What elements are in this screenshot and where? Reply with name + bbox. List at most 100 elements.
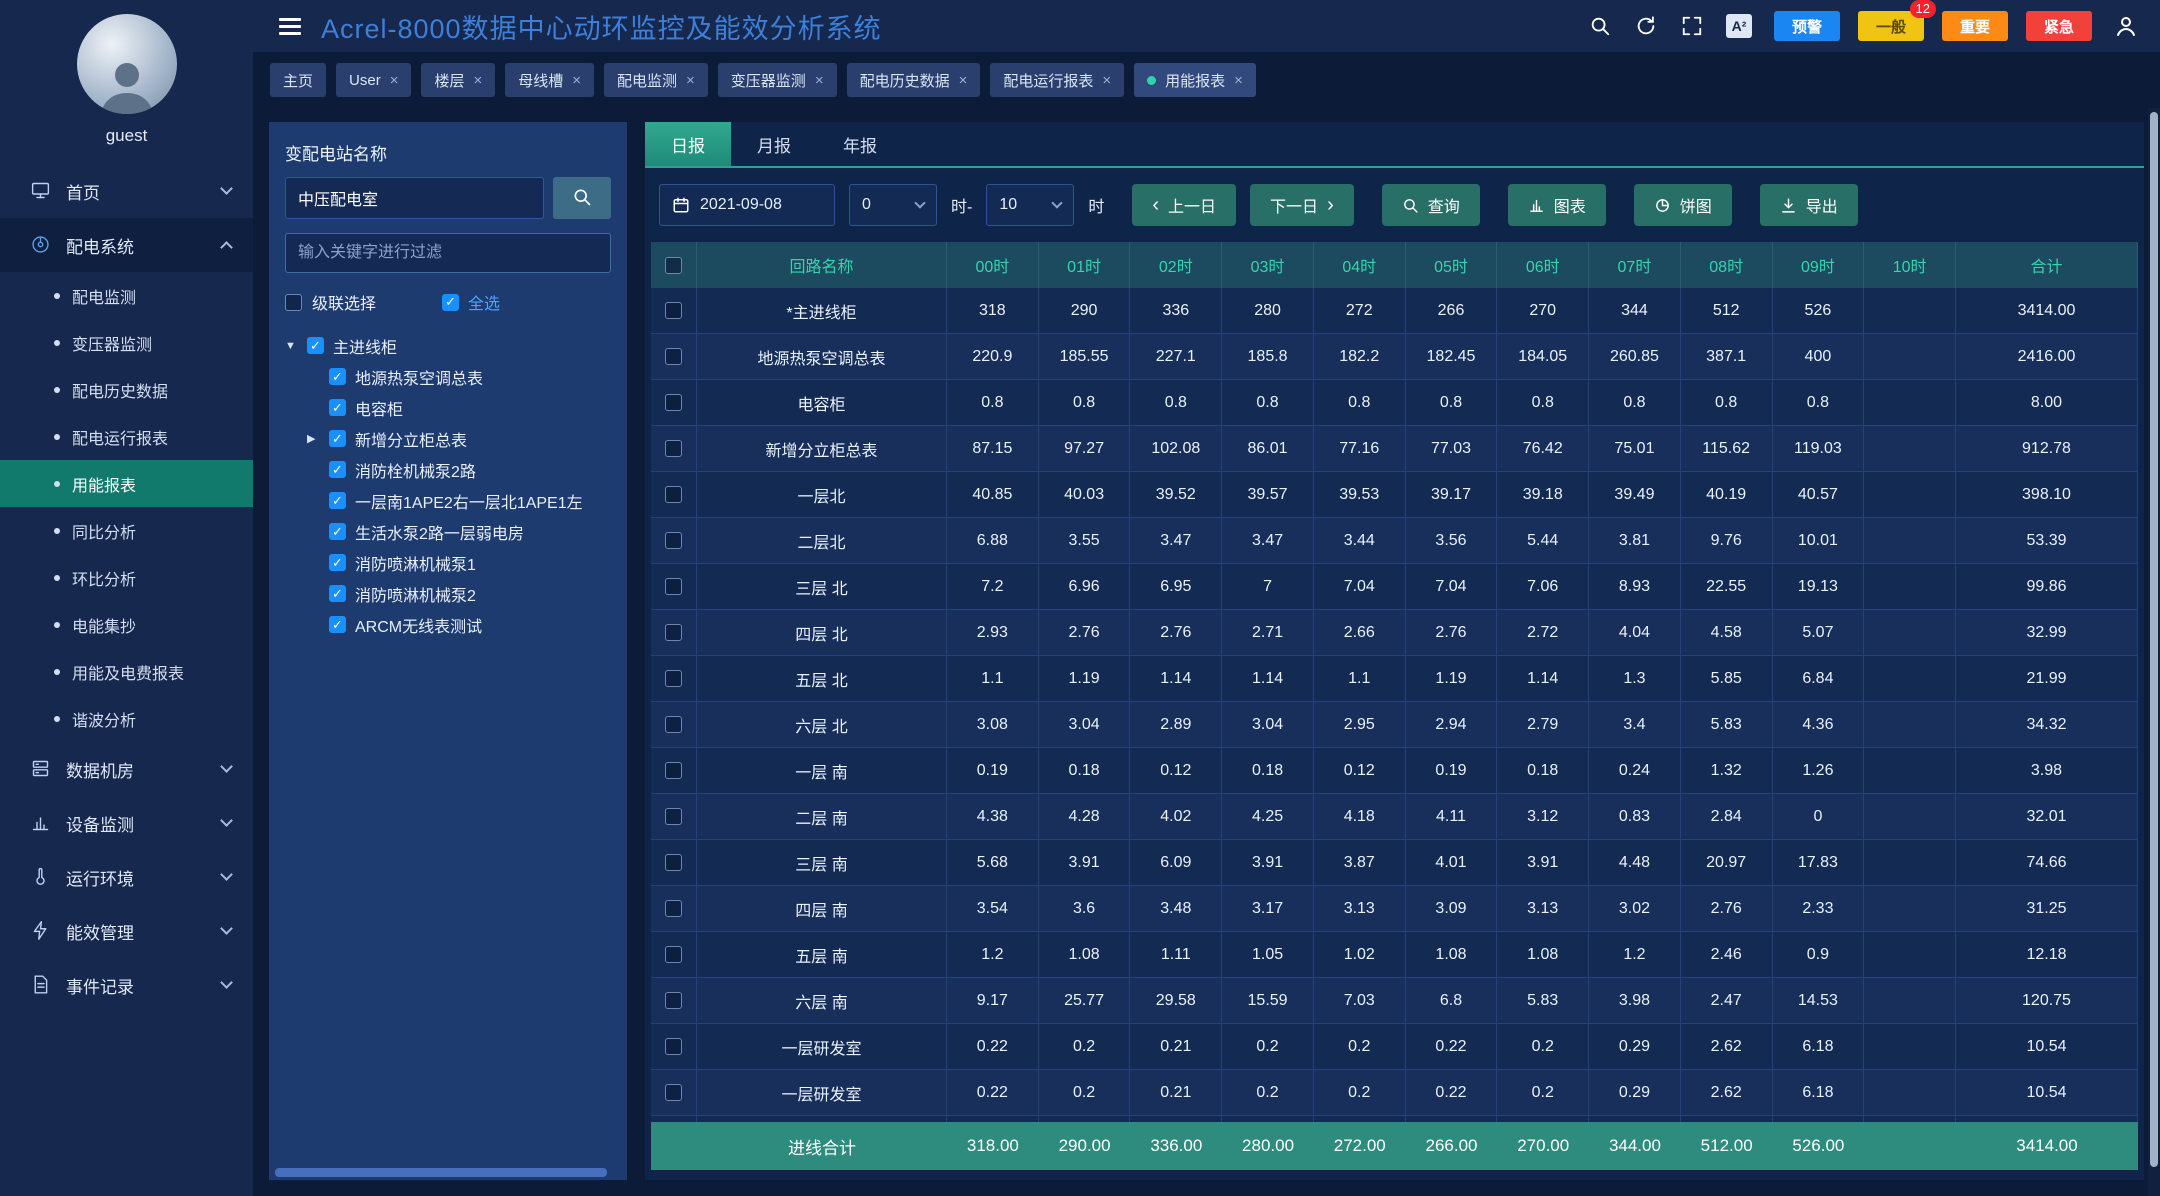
user-icon[interactable] — [2114, 14, 2138, 38]
tab-配电运行报表[interactable]: 配电运行报表× — [990, 63, 1124, 97]
row-checkbox[interactable] — [665, 1038, 682, 1055]
row-checkbox[interactable] — [665, 578, 682, 595]
tree-node-主进线柜[interactable]: ▼主进线柜 — [285, 330, 611, 361]
tree-node-消防喷淋机械泵1[interactable]: 消防喷淋机械泵1 — [285, 547, 611, 578]
row-checkbox[interactable] — [665, 394, 682, 411]
tab-配电历史数据[interactable]: 配电历史数据× — [847, 63, 981, 97]
tab-配电监测[interactable]: 配电监测× — [604, 63, 708, 97]
sidebar-item-设备监测[interactable]: 设备监测 — [0, 796, 253, 850]
close-icon[interactable]: × — [572, 72, 581, 89]
row-checkbox[interactable] — [665, 946, 682, 963]
station-search-button[interactable] — [553, 177, 611, 219]
close-icon[interactable]: × — [686, 72, 695, 89]
tree-checkbox[interactable] — [329, 616, 346, 633]
row-checkbox[interactable] — [665, 302, 682, 319]
tree-checkbox[interactable] — [307, 337, 324, 354]
row-checkbox[interactable] — [665, 992, 682, 1009]
sidebar-subitem-变压器监测[interactable]: 变压器监测 — [0, 319, 253, 366]
alarm-button-重要[interactable]: 重要 — [1942, 11, 2008, 41]
tree-checkbox[interactable] — [329, 461, 346, 478]
alarm-button-紧急[interactable]: 紧急 — [2026, 11, 2092, 41]
tree-checkbox[interactable] — [329, 554, 346, 571]
pie-button[interactable]: 饼图 — [1634, 184, 1732, 226]
select-all-toggle[interactable]: 全选 — [442, 290, 500, 314]
tree-checkbox[interactable] — [329, 430, 346, 447]
tree-node-消防喷淋机械泵2[interactable]: 消防喷淋机械泵2 — [285, 578, 611, 609]
alarm-button-预警[interactable]: 预警 — [1774, 11, 1840, 41]
export-button[interactable]: 导出 — [1760, 184, 1858, 226]
sidebar-item-运行环境[interactable]: 运行环境 — [0, 850, 253, 904]
sidebar-subitem-环比分析[interactable]: 环比分析 — [0, 554, 253, 601]
sidebar-item-能效管理[interactable]: 能效管理 — [0, 904, 253, 958]
close-icon[interactable]: × — [390, 72, 399, 89]
horizontal-scrollbar[interactable] — [275, 1168, 621, 1177]
tab-变压器监测[interactable]: 变压器监测× — [718, 63, 837, 97]
row-checkbox[interactable] — [665, 900, 682, 917]
tab-用能报表[interactable]: 用能报表× — [1134, 63, 1256, 97]
row-checkbox[interactable] — [665, 808, 682, 825]
prev-day-button[interactable]: ‹ 上一日 — [1132, 184, 1236, 226]
tree-checkbox[interactable] — [329, 492, 346, 509]
sidebar-subitem-配电监测[interactable]: 配电监测 — [0, 272, 253, 319]
report-tab-月报[interactable]: 月报 — [731, 122, 817, 166]
row-checkbox[interactable] — [665, 1084, 682, 1101]
cascade-checkbox[interactable] — [285, 294, 302, 311]
date-picker[interactable]: 2021-09-08 — [659, 184, 835, 226]
row-checkbox[interactable] — [665, 624, 682, 641]
sidebar-subitem-电能集抄[interactable]: 电能集抄 — [0, 601, 253, 648]
tab-楼层[interactable]: 楼层× — [421, 63, 495, 97]
sidebar-subitem-配电历史数据[interactable]: 配电历史数据 — [0, 366, 253, 413]
tab-User[interactable]: User× — [336, 63, 411, 97]
tree-checkbox[interactable] — [329, 399, 346, 416]
tree-node-消防栓机械泵2路[interactable]: 消防栓机械泵2路 — [285, 454, 611, 485]
select-all-checkbox[interactable] — [442, 294, 459, 311]
sidebar-subitem-用能报表[interactable]: 用能报表 — [0, 460, 253, 507]
sidebar-subitem-谐波分析[interactable]: 谐波分析 — [0, 695, 253, 742]
query-button[interactable]: 查询 — [1382, 184, 1480, 226]
close-icon[interactable]: × — [815, 72, 824, 89]
row-checkbox[interactable] — [665, 440, 682, 457]
vertical-scrollbar[interactable] — [2148, 108, 2160, 1196]
row-checkbox[interactable] — [665, 348, 682, 365]
tree-node-新增分立柜总表[interactable]: ▶新增分立柜总表 — [285, 423, 611, 454]
tree-node-地源热泵空调总表[interactable]: 地源热泵空调总表 — [285, 361, 611, 392]
row-checkbox[interactable] — [665, 716, 682, 733]
close-icon[interactable]: × — [473, 72, 482, 89]
avatar[interactable] — [77, 14, 177, 114]
tree-filter-input[interactable] — [285, 233, 611, 273]
hour-to-select[interactable]: 10 — [986, 184, 1074, 226]
sidebar-item-数据机房[interactable]: 数据机房 — [0, 742, 253, 796]
row-checkbox[interactable] — [665, 532, 682, 549]
chart-button[interactable]: 图表 — [1508, 184, 1606, 226]
report-tab-日报[interactable]: 日报 — [645, 122, 731, 166]
menu-toggle-icon[interactable] — [279, 18, 301, 35]
tree-checkbox[interactable] — [329, 585, 346, 602]
select-all-rows-checkbox[interactable] — [665, 257, 682, 274]
close-icon[interactable]: × — [1234, 72, 1243, 89]
report-tab-年报[interactable]: 年报 — [817, 122, 903, 166]
tree-node-ARCM无线表测试[interactable]: ARCM无线表测试 — [285, 609, 611, 640]
row-checkbox[interactable] — [665, 486, 682, 503]
close-icon[interactable]: × — [1102, 72, 1111, 89]
sidebar-subitem-配电运行报表[interactable]: 配电运行报表 — [0, 413, 253, 460]
hour-from-select[interactable]: 0 — [849, 184, 937, 226]
tree-checkbox[interactable] — [329, 368, 346, 385]
station-search-input[interactable] — [285, 177, 544, 219]
close-icon[interactable]: × — [959, 72, 968, 89]
row-checkbox[interactable] — [665, 854, 682, 871]
tree-checkbox[interactable] — [329, 523, 346, 540]
row-checkbox[interactable] — [665, 670, 682, 687]
refresh-icon[interactable] — [1634, 14, 1658, 38]
font-size-icon[interactable]: A² — [1726, 14, 1752, 38]
row-checkbox[interactable] — [665, 762, 682, 779]
caret-down-icon[interactable]: ▼ — [285, 340, 298, 352]
fullscreen-icon[interactable] — [1680, 14, 1704, 38]
sidebar-subitem-同比分析[interactable]: 同比分析 — [0, 507, 253, 554]
sidebar-item-首页[interactable]: 首页 — [0, 164, 253, 218]
tab-主页[interactable]: 主页 — [270, 63, 326, 97]
sidebar-item-事件记录[interactable]: 事件记录 — [0, 958, 253, 1012]
tab-母线槽[interactable]: 母线槽× — [505, 63, 594, 97]
sidebar-item-配电系统[interactable]: 配电系统 — [0, 218, 253, 272]
search-icon[interactable] — [1588, 14, 1612, 38]
caret-right-icon[interactable]: ▶ — [307, 432, 320, 445]
